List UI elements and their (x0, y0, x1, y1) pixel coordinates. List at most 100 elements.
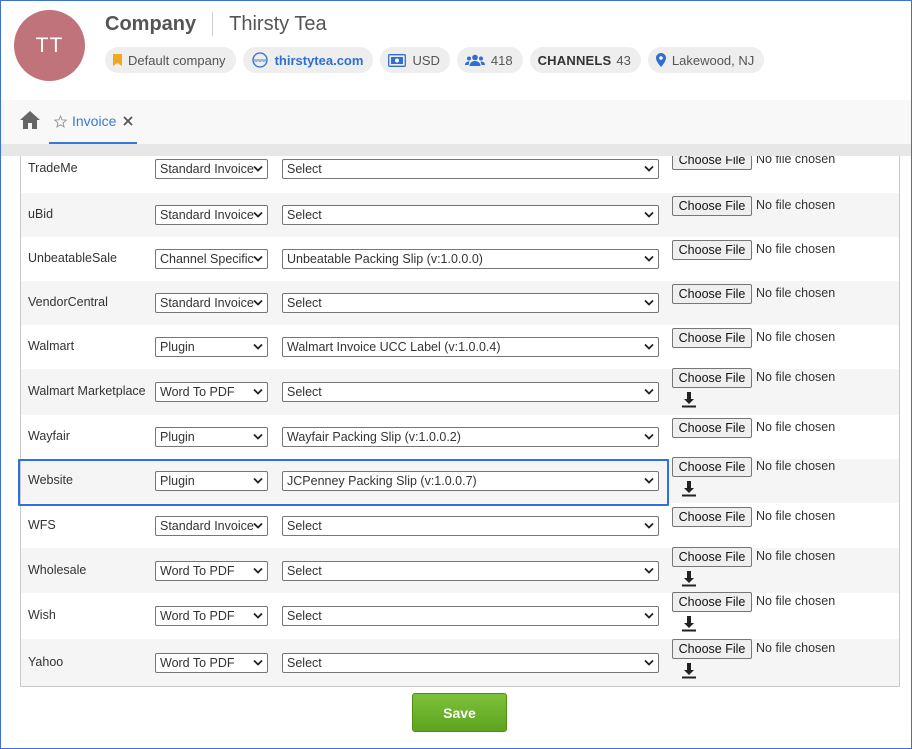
template-value: Wayfair Packing Slip (v:1.0.0.2) (287, 430, 461, 444)
template-select[interactable]: Wayfair Packing Slip (v:1.0.0.2) (282, 427, 659, 447)
choose-file-button[interactable]: Choose File (672, 639, 752, 659)
template-value: Select (287, 609, 322, 623)
chevron-down-icon (253, 612, 263, 619)
template-value: Select (287, 162, 322, 176)
template-select[interactable]: Select (282, 293, 659, 313)
invoice-type-select[interactable]: Standard Invoice (155, 516, 268, 536)
file-status: No file chosen (756, 286, 836, 300)
chevron-down-icon (644, 522, 654, 529)
chevron-down-icon (253, 165, 263, 172)
channel-name: Yahoo (28, 655, 64, 669)
company-name: Thirsty Tea (229, 12, 327, 35)
website-link[interactable]: thirstytea.com (275, 53, 364, 68)
download-icon[interactable] (682, 616, 696, 632)
download-icon[interactable] (682, 392, 696, 408)
invoice-type-value: Standard Invoice (160, 296, 254, 310)
file-status: No file chosen (756, 420, 836, 434)
chevron-down-icon (253, 522, 263, 529)
download-icon[interactable] (682, 571, 696, 587)
invoice-type-select[interactable]: Word To PDF (155, 606, 268, 626)
choose-file-button[interactable]: Choose File (672, 196, 752, 216)
website-chip[interactable]: www thirstytea.com (242, 47, 374, 73)
file-status: No file chosen (756, 370, 836, 384)
template-select[interactable]: Select (282, 382, 659, 402)
invoice-type-value: Standard Invoice (160, 519, 254, 533)
template-select[interactable]: Select (282, 159, 659, 179)
avatar: TT (14, 10, 85, 81)
home-icon[interactable] (20, 111, 40, 129)
invoice-type-value: Standard Invoice (160, 208, 254, 222)
invoice-type-select[interactable]: Standard Invoice (155, 205, 268, 225)
title-divider (212, 12, 214, 36)
chevron-down-icon (253, 433, 263, 440)
invoice-type-select[interactable]: Plugin (155, 427, 268, 447)
chevron-down-icon (644, 299, 654, 306)
table-row: UnbeatableSale Channel Specific Unbeatable… (21, 237, 899, 281)
tab-invoice-label: Invoice (72, 113, 117, 129)
invoice-type-select[interactable]: Word To PDF (155, 382, 268, 402)
choose-file-button[interactable]: Choose File (672, 240, 752, 260)
currency-text: USD (412, 52, 440, 68)
users-chip: 418 (456, 47, 523, 73)
chevron-down-icon (253, 255, 263, 262)
template-select[interactable]: Select (282, 516, 659, 536)
globe-www-icon: www (251, 52, 269, 68)
template-select[interactable]: Select (282, 561, 659, 581)
channels-count: 43 (616, 52, 631, 68)
invoice-type-select[interactable]: Word To PDF (155, 653, 268, 673)
choose-file-button[interactable]: Choose File (672, 547, 752, 567)
chevron-down-icon (253, 659, 263, 666)
table-row: Yahoo Word To PDF Select Choose File No file… (21, 639, 899, 686)
template-select[interactable]: Select (282, 653, 659, 673)
chevron-down-icon (644, 659, 654, 666)
channel-name: WFS (28, 518, 56, 532)
template-value: Select (287, 564, 322, 578)
table-row: VendorCentral Standard Invoice Select Choos… (21, 281, 899, 325)
channel-name: Walmart (28, 339, 75, 353)
choose-file-button[interactable]: Choose File (672, 418, 752, 438)
channel-name: UnbeatableSale (28, 251, 117, 265)
channel-name: Wholesale (28, 563, 87, 577)
chevron-down-icon (253, 211, 263, 218)
invoice-type-value: Channel Specific (160, 252, 254, 266)
choose-file-button[interactable]: Choose File (672, 592, 752, 612)
template-value: Walmart Invoice UCC Label (v:1.0.0.4) (287, 340, 501, 354)
choose-file-button[interactable]: Choose File (672, 457, 752, 477)
channel-name: Walmart Marketplace (28, 384, 146, 398)
invoice-type-select[interactable]: Word To PDF (155, 561, 268, 581)
company-label: Company (105, 12, 197, 35)
file-status: No file chosen (756, 594, 836, 608)
template-value: Select (287, 296, 322, 310)
chevron-down-icon (644, 567, 654, 574)
tab-invoice[interactable]: Invoice (49, 100, 137, 144)
choose-file-button[interactable]: Choose File (672, 328, 752, 348)
download-icon[interactable] (682, 481, 696, 497)
download-icon[interactable] (682, 663, 696, 679)
channel-name: uBid (28, 207, 54, 221)
choose-file-button[interactable]: Choose File (672, 507, 752, 527)
star-icon[interactable] (54, 114, 67, 128)
file-status: No file chosen (756, 330, 836, 344)
template-select[interactable]: Unbeatable Packing Slip (v:1.0.0.0) (282, 249, 659, 269)
choose-file-button[interactable]: Choose File (672, 284, 752, 304)
choose-file-button[interactable]: Choose File (672, 368, 752, 388)
channel-name: TradeMe (28, 161, 78, 175)
template-value: Select (287, 208, 322, 222)
template-select[interactable]: Select (282, 606, 659, 626)
chevron-down-icon (253, 299, 263, 306)
invoice-type-value: Plugin (160, 430, 195, 444)
chevron-down-icon (644, 612, 654, 619)
channel-name: Wayfair (28, 429, 70, 443)
invoice-type-select[interactable]: Standard Invoice (155, 159, 268, 179)
file-status: No file chosen (756, 198, 836, 212)
invoice-type-select[interactable]: Standard Invoice (155, 293, 268, 313)
invoice-type-select[interactable]: Channel Specific (155, 249, 268, 269)
invoice-type-select[interactable]: Plugin (155, 337, 268, 357)
close-icon[interactable] (123, 116, 133, 126)
choose-file-button[interactable]: Choose File (672, 156, 752, 170)
save-button[interactable]: Save (412, 693, 507, 732)
company-info-chips: Default company www thirstytea.com USD 4… (105, 47, 765, 73)
company-header: TT Company Thirsty Tea Default company w… (0, 0, 912, 100)
template-select[interactable]: Walmart Invoice UCC Label (v:1.0.0.4) (282, 337, 659, 357)
template-select[interactable]: Select (282, 205, 659, 225)
